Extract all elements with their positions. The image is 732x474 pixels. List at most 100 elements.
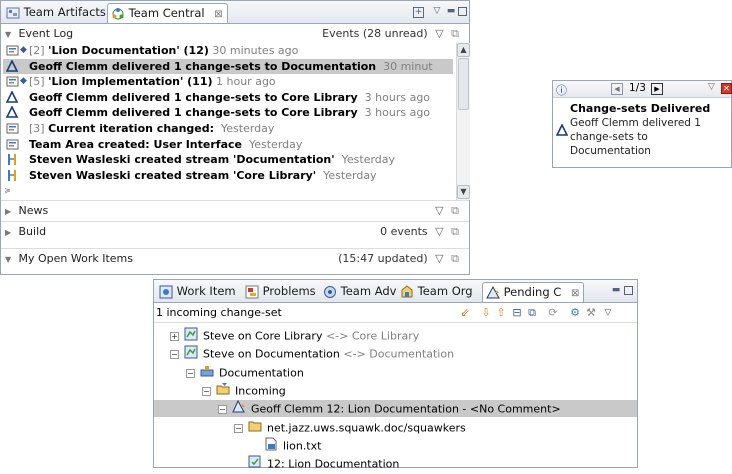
next-change-icon[interactable]: ⇩ bbox=[479, 306, 493, 320]
event-text: Steven Wasleski created stream 'Document… bbox=[29, 153, 395, 166]
close-icon[interactable]: ✕ bbox=[721, 83, 732, 94]
tab-team-central[interactable]: Team Central ⊠ bbox=[107, 3, 228, 23]
tab-team-artifacts[interactable]: Team Artifacts bbox=[3, 3, 110, 23]
popup-menu-icon[interactable]: ▽ bbox=[708, 82, 715, 92]
popup-body: Geoff Clemm delivered 1 change-sets to D… bbox=[570, 116, 701, 158]
popup-body-line: change-sets to bbox=[570, 131, 648, 143]
event-time: 3 hours ago bbox=[357, 106, 431, 120]
event-time: Yesterday bbox=[241, 137, 303, 151]
team-artifacts-icon bbox=[6, 7, 20, 18]
tab-work-item[interactable]: Work Item bbox=[156, 282, 240, 302]
next-icon[interactable]: ▶ bbox=[651, 83, 663, 95]
event-row[interactable]: ◆ [5] 'Lion Implementation' (11) 1 hour a… bbox=[3, 74, 453, 90]
scroll-down-icon[interactable]: ▼ bbox=[457, 185, 470, 199]
event-text: Geoff Clemm delivered 1 change-sets to C… bbox=[29, 91, 430, 104]
expanded-triangle-icon: ▼ bbox=[5, 255, 12, 264]
previous-change-icon[interactable]: ⇧ bbox=[494, 306, 508, 320]
event-row[interactable]: [3] Current iteration changed: Yesterday bbox=[3, 121, 453, 137]
section-label: Build bbox=[18, 225, 47, 238]
tab-label: Team Adv bbox=[340, 284, 397, 298]
scroll-up-icon[interactable]: ▲ bbox=[457, 43, 470, 57]
tab-label: Work Item bbox=[176, 284, 236, 298]
tree-row[interactable]: − Documentation bbox=[186, 364, 304, 381]
event-row[interactable]: Geoff Clemm delivered 1 change-sets to C… bbox=[3, 105, 453, 121]
tree-row[interactable]: − net.jazz.uws.squawk.doc/squawkers bbox=[234, 419, 466, 436]
tree-target: <-> Core Library bbox=[322, 329, 420, 343]
tree-row[interactable]: − Geoff Clemm 12: Lion Documentation - <N… bbox=[154, 400, 637, 418]
build-header[interactable]: ▶ Build 0 events ▽ ⧉ bbox=[1, 221, 469, 241]
tab-team-org[interactable]: Team Org bbox=[397, 282, 477, 302]
section-label: Event Log bbox=[18, 27, 74, 40]
detach-icon[interactable]: ⧉ bbox=[451, 204, 459, 217]
event-text: Geoff Clemm delivered 1 change-sets to C… bbox=[29, 106, 430, 119]
event-title: 'Lion Implementation' (11) bbox=[48, 75, 213, 89]
tree-row[interactable]: + Steve on Core Library <-> Core Library bbox=[170, 327, 419, 344]
view-menu-icon[interactable]: ▽ bbox=[601, 306, 615, 320]
minimize-icon[interactable]: ▬ bbox=[611, 285, 621, 295]
tree-label: Steve on Documentation bbox=[203, 347, 340, 361]
collapse-icon[interactable]: − bbox=[170, 350, 179, 360]
component-icon bbox=[200, 364, 214, 383]
maximize-icon[interactable] bbox=[458, 7, 467, 16]
event-count: [5] bbox=[29, 75, 49, 89]
file-icon bbox=[264, 437, 278, 456]
detach-icon[interactable]: ⧉ bbox=[451, 225, 459, 238]
expand-icon[interactable]: + bbox=[170, 332, 179, 341]
event-title: Steven Wasleski created stream 'Core Lib… bbox=[29, 168, 317, 182]
minimize-icon[interactable]: ▬ bbox=[446, 6, 456, 16]
refresh-icon[interactable]: ⟳ bbox=[546, 306, 560, 320]
event-row[interactable]: ◆ [2] 'Lion Documentation' (12) 30 minute… bbox=[3, 43, 453, 59]
event-count: [3] bbox=[29, 121, 49, 135]
tree-row[interactable]: − Incoming bbox=[202, 382, 286, 399]
event-log-scrollbar[interactable]: ▲ ▼ bbox=[456, 43, 470, 200]
collapse-icon[interactable]: − bbox=[186, 368, 195, 378]
detach-icon[interactable]: ⧉ bbox=[451, 27, 459, 40]
close-icon[interactable]: ⊠ bbox=[571, 288, 579, 299]
compare-icon[interactable]: ⧉ bbox=[525, 306, 539, 320]
collapse-all-icon[interactable]: ⊟ bbox=[510, 306, 524, 320]
news-header[interactable]: ▶ News ▽ ⧉ bbox=[1, 200, 469, 220]
new-section-icon[interactable]: + bbox=[413, 7, 424, 18]
event-log-header[interactable]: ▼ Event Log Events (28 unread) ▽ ⧉ bbox=[1, 24, 469, 44]
event-time: 3 hours ago bbox=[357, 90, 431, 104]
collapse-icon[interactable]: − bbox=[218, 405, 227, 415]
section-label: News bbox=[18, 204, 49, 217]
collapse-icon[interactable]: − bbox=[202, 386, 211, 396]
tree-row[interactable]: lion.txt bbox=[250, 437, 321, 454]
tree-row[interactable]: 12: Lion Documentation bbox=[234, 455, 399, 472]
event-title: Geoff Clemm delivered 1 change-sets to C… bbox=[29, 106, 358, 120]
event-row[interactable]: Steven Wasleski created stream 'Core Lib… bbox=[3, 168, 453, 184]
filter-icon[interactable]: ⚙ bbox=[568, 306, 582, 320]
event-row[interactable]: Team Area created: User Interface Yester… bbox=[3, 137, 453, 153]
tab-team-advisor[interactable]: Team Adv bbox=[320, 282, 400, 302]
tree-row[interactable]: − Steve on Documentation <-> Documentatio… bbox=[170, 345, 454, 362]
event-row[interactable]: Steven Wasleski created stream 'Document… bbox=[3, 152, 453, 168]
detach-icon[interactable]: ⧉ bbox=[451, 252, 459, 265]
maximize-icon[interactable] bbox=[624, 286, 633, 295]
collapse-icon[interactable]: − bbox=[234, 423, 243, 433]
incoming-folder-icon bbox=[216, 382, 230, 401]
tree-label: lion.txt bbox=[283, 439, 322, 453]
section-menu-icon[interactable]: ▽ bbox=[435, 204, 443, 217]
close-icon[interactable]: ⊠ bbox=[214, 9, 222, 20]
my-work-items-header[interactable]: ▼ My Open Work Items (15:47 updated) ▽ ⧉ bbox=[1, 248, 469, 268]
feed-icon bbox=[6, 122, 26, 135]
previous-icon[interactable]: ◀ bbox=[611, 83, 623, 95]
settings-icon[interactable]: ⚒ bbox=[584, 306, 598, 320]
section-menu-icon[interactable]: ▽ bbox=[435, 27, 443, 40]
tab-problems[interactable]: Problems bbox=[242, 282, 320, 302]
section-menu-icon[interactable]: ▽ bbox=[435, 252, 443, 265]
expanded-triangle-icon: ▼ bbox=[5, 30, 12, 39]
event-time: 30 minut bbox=[376, 59, 433, 73]
accept-icon[interactable]: ⇙ bbox=[458, 306, 472, 320]
scroll-thumb[interactable] bbox=[458, 58, 469, 110]
stream-icon bbox=[6, 169, 26, 182]
view-menu-icon[interactable]: ▽ bbox=[432, 6, 442, 16]
section-menu-icon[interactable]: ▽ bbox=[435, 225, 443, 238]
event-log-status: Events (28 unread) bbox=[322, 27, 428, 40]
event-count: [2] bbox=[29, 44, 49, 57]
tab-pending-changes[interactable]: Pending C ⊠ bbox=[482, 282, 585, 302]
event-row[interactable]: Geoff Clemm delivered 1 change-sets to D… bbox=[3, 58, 453, 75]
event-row[interactable]: Geoff Clemm delivered 1 change-sets to C… bbox=[3, 89, 453, 106]
tree-label: 12: Lion Documentation bbox=[267, 457, 400, 471]
